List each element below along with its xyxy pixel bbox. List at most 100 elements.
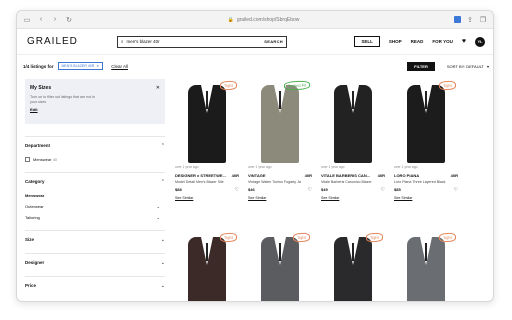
section-label: Size: [25, 237, 35, 243]
listing-image[interactable]: Tight: [394, 79, 458, 163]
heart-icon[interactable]: ♡: [308, 187, 312, 193]
chevron-down-icon: ▾: [486, 63, 489, 69]
see-similar-link[interactable]: See Similar: [321, 196, 385, 200]
checkbox[interactable]: [25, 157, 30, 163]
filter-button[interactable]: FILTER: [407, 61, 435, 71]
fit-tag: Perfect Fit: [283, 80, 311, 91]
see-similar-link[interactable]: See Similar: [394, 196, 458, 200]
chevron-down-icon: ⌄: [160, 283, 165, 290]
listing-card[interactable]: over 1 year ago VITALE BARBERIS CAN... 40…: [321, 79, 385, 200]
chevron-down-icon: ⌄: [160, 237, 165, 244]
heart-icon[interactable]: ♡: [381, 187, 385, 193]
forward-icon[interactable]: ›: [51, 16, 59, 24]
listing-card[interactable]: Tight: [321, 231, 385, 301]
filter-chip[interactable]: MEN'S BLAZER 40R ✕: [57, 62, 104, 70]
close-icon[interactable]: ✕: [156, 85, 160, 91]
see-similar-link[interactable]: See Similar: [175, 196, 239, 200]
listing-designer[interactable]: LORO PIANA: [394, 173, 419, 178]
chevron-up-icon: ⌃: [160, 143, 165, 149]
listing-image[interactable]: Tight: [321, 231, 385, 301]
listing-price: $85: [394, 187, 401, 192]
chevron-up-icon: ⌃: [160, 179, 165, 186]
sort-label: SORT BY: DEFAULT: [446, 63, 484, 69]
listing-image[interactable]: Tight: [175, 231, 239, 301]
browser-chrome: ▭ ‹ › ↻ 🔒 grailed.com/shop/SbrqEbow ⇪ ❐: [17, 11, 493, 29]
listing-card[interactable]: Perfect Fit over 1 year ago VINTAGE 40R Vi…: [248, 79, 312, 200]
size-section[interactable]: Size ⌄: [25, 230, 165, 249]
close-icon[interactable]: ✕: [96, 64, 99, 68]
category-item-tailoring[interactable]: Tailoring ⌄: [25, 213, 160, 224]
listing-size: 40R: [304, 173, 312, 178]
url-text: grailed.com/shop/SbrqEbow: [236, 16, 300, 23]
extension-icon[interactable]: [454, 15, 461, 23]
price-section[interactable]: Price ⌄: [25, 276, 165, 295]
listing-card[interactable]: Tight: [175, 231, 239, 301]
listing-time: over 1 year ago: [248, 165, 272, 169]
share-icon[interactable]: ⇪: [466, 16, 474, 24]
menswear-checkbox-row[interactable]: Menswear 40: [25, 155, 165, 166]
checkbox-label: Menswear: [33, 157, 52, 162]
category-section[interactable]: Category ⌃: [25, 172, 165, 191]
listing-card[interactable]: Tight over 1 year ago LORO PIANA 40R Loro …: [394, 79, 458, 200]
my-sizes-panel: My Sizes Turn on to filter out listings …: [25, 79, 165, 124]
avatar[interactable]: YL: [475, 36, 485, 47]
department-section[interactable]: Department ⌃: [25, 136, 165, 155]
sidebar-toggle-icon[interactable]: ▭: [23, 16, 31, 24]
listing-card[interactable]: Tight: [248, 231, 312, 301]
blazer-image: [261, 237, 299, 301]
listing-title[interactable]: Vintage Walter Tonino Fogarty Ja: [248, 180, 312, 184]
for-you-link[interactable]: FOR YOU: [432, 39, 452, 44]
listing-designer[interactable]: VITALE BARBERIS CAN...: [321, 173, 370, 178]
search-bar[interactable]: ⌕ men's blazer 40r SEARCH: [117, 35, 287, 48]
heart-icon[interactable]: ♡: [454, 187, 458, 193]
favorites-heart-icon[interactable]: ♥: [462, 38, 466, 45]
listing-time: over 1 year ago: [394, 165, 418, 169]
chevron-down-icon: ⌄: [156, 215, 160, 221]
search-button[interactable]: SEARCH: [264, 39, 283, 44]
grailed-logo[interactable]: GRAILED: [27, 36, 117, 47]
listing-image[interactable]: Tight: [248, 231, 312, 301]
listing-image[interactable]: Perfect Fit: [248, 79, 312, 163]
blazer-image: [188, 85, 226, 163]
blazer-image: [334, 237, 372, 301]
listing-card[interactable]: Tight over 1 year ago DESIGNER x STREETWE…: [175, 79, 239, 200]
listing-image[interactable]: Tight: [394, 231, 458, 301]
listing-title[interactable]: Vitale Barberis Canonico Blazer: [321, 180, 385, 184]
listing-time: over 1 year ago: [321, 165, 345, 169]
listing-price: $49: [321, 187, 328, 192]
shop-link[interactable]: SHOP: [389, 39, 402, 44]
listing-size: 40R: [231, 173, 239, 178]
listing-title[interactable]: Loro Piana Three Layered Black: [394, 180, 458, 184]
clear-all-link[interactable]: Clear All: [111, 64, 128, 69]
tabs-icon[interactable]: ❐: [479, 16, 487, 24]
category-item-outerwear[interactable]: Outerwear ⌄: [25, 202, 160, 213]
my-sizes-title: My Sizes: [30, 85, 52, 91]
sort-dropdown[interactable]: SORT BY: DEFAULT ▾: [447, 64, 489, 69]
heart-icon[interactable]: ♡: [235, 187, 239, 193]
listing-price: $88: [175, 187, 182, 192]
fit-tag: Tight: [220, 232, 238, 243]
fit-tag: Tight: [439, 232, 457, 243]
address-bar[interactable]: 🔒 grailed.com/shop/SbrqEbow: [79, 17, 448, 23]
search-input[interactable]: men's blazer 40r: [127, 39, 262, 44]
listing-card[interactable]: Tight: [394, 231, 458, 301]
listing-image[interactable]: [321, 79, 385, 163]
listing-price: $46: [248, 187, 255, 192]
reload-icon[interactable]: ↻: [65, 16, 73, 24]
listing-image[interactable]: Tight: [175, 79, 239, 163]
sell-button[interactable]: SELL: [354, 36, 380, 47]
see-similar-link[interactable]: See Similar: [248, 196, 312, 200]
browser-window: ▭ ‹ › ↻ 🔒 grailed.com/shop/SbrqEbow ⇪ ❐ GR…: [16, 10, 494, 302]
designer-section[interactable]: Designer ⌄: [25, 253, 165, 272]
edit-sizes-link[interactable]: Edit: [30, 107, 160, 112]
blazer-image: [261, 85, 299, 163]
filter-chip-label: MEN'S BLAZER 40R: [61, 64, 95, 68]
fit-tag: Tight: [220, 80, 238, 91]
listing-designer[interactable]: VINTAGE: [248, 173, 265, 178]
results-toolbar: 1/4 listings for MEN'S BLAZER 40R ✕ Clear…: [23, 61, 489, 71]
listing-size: 40R: [450, 173, 458, 178]
listing-title[interactable]: Model Detail Men's Blazer Sile: [175, 180, 239, 184]
listing-designer[interactable]: DESIGNER x STREETWE...: [175, 173, 226, 178]
read-link[interactable]: READ: [411, 39, 424, 44]
back-icon[interactable]: ‹: [37, 16, 45, 24]
